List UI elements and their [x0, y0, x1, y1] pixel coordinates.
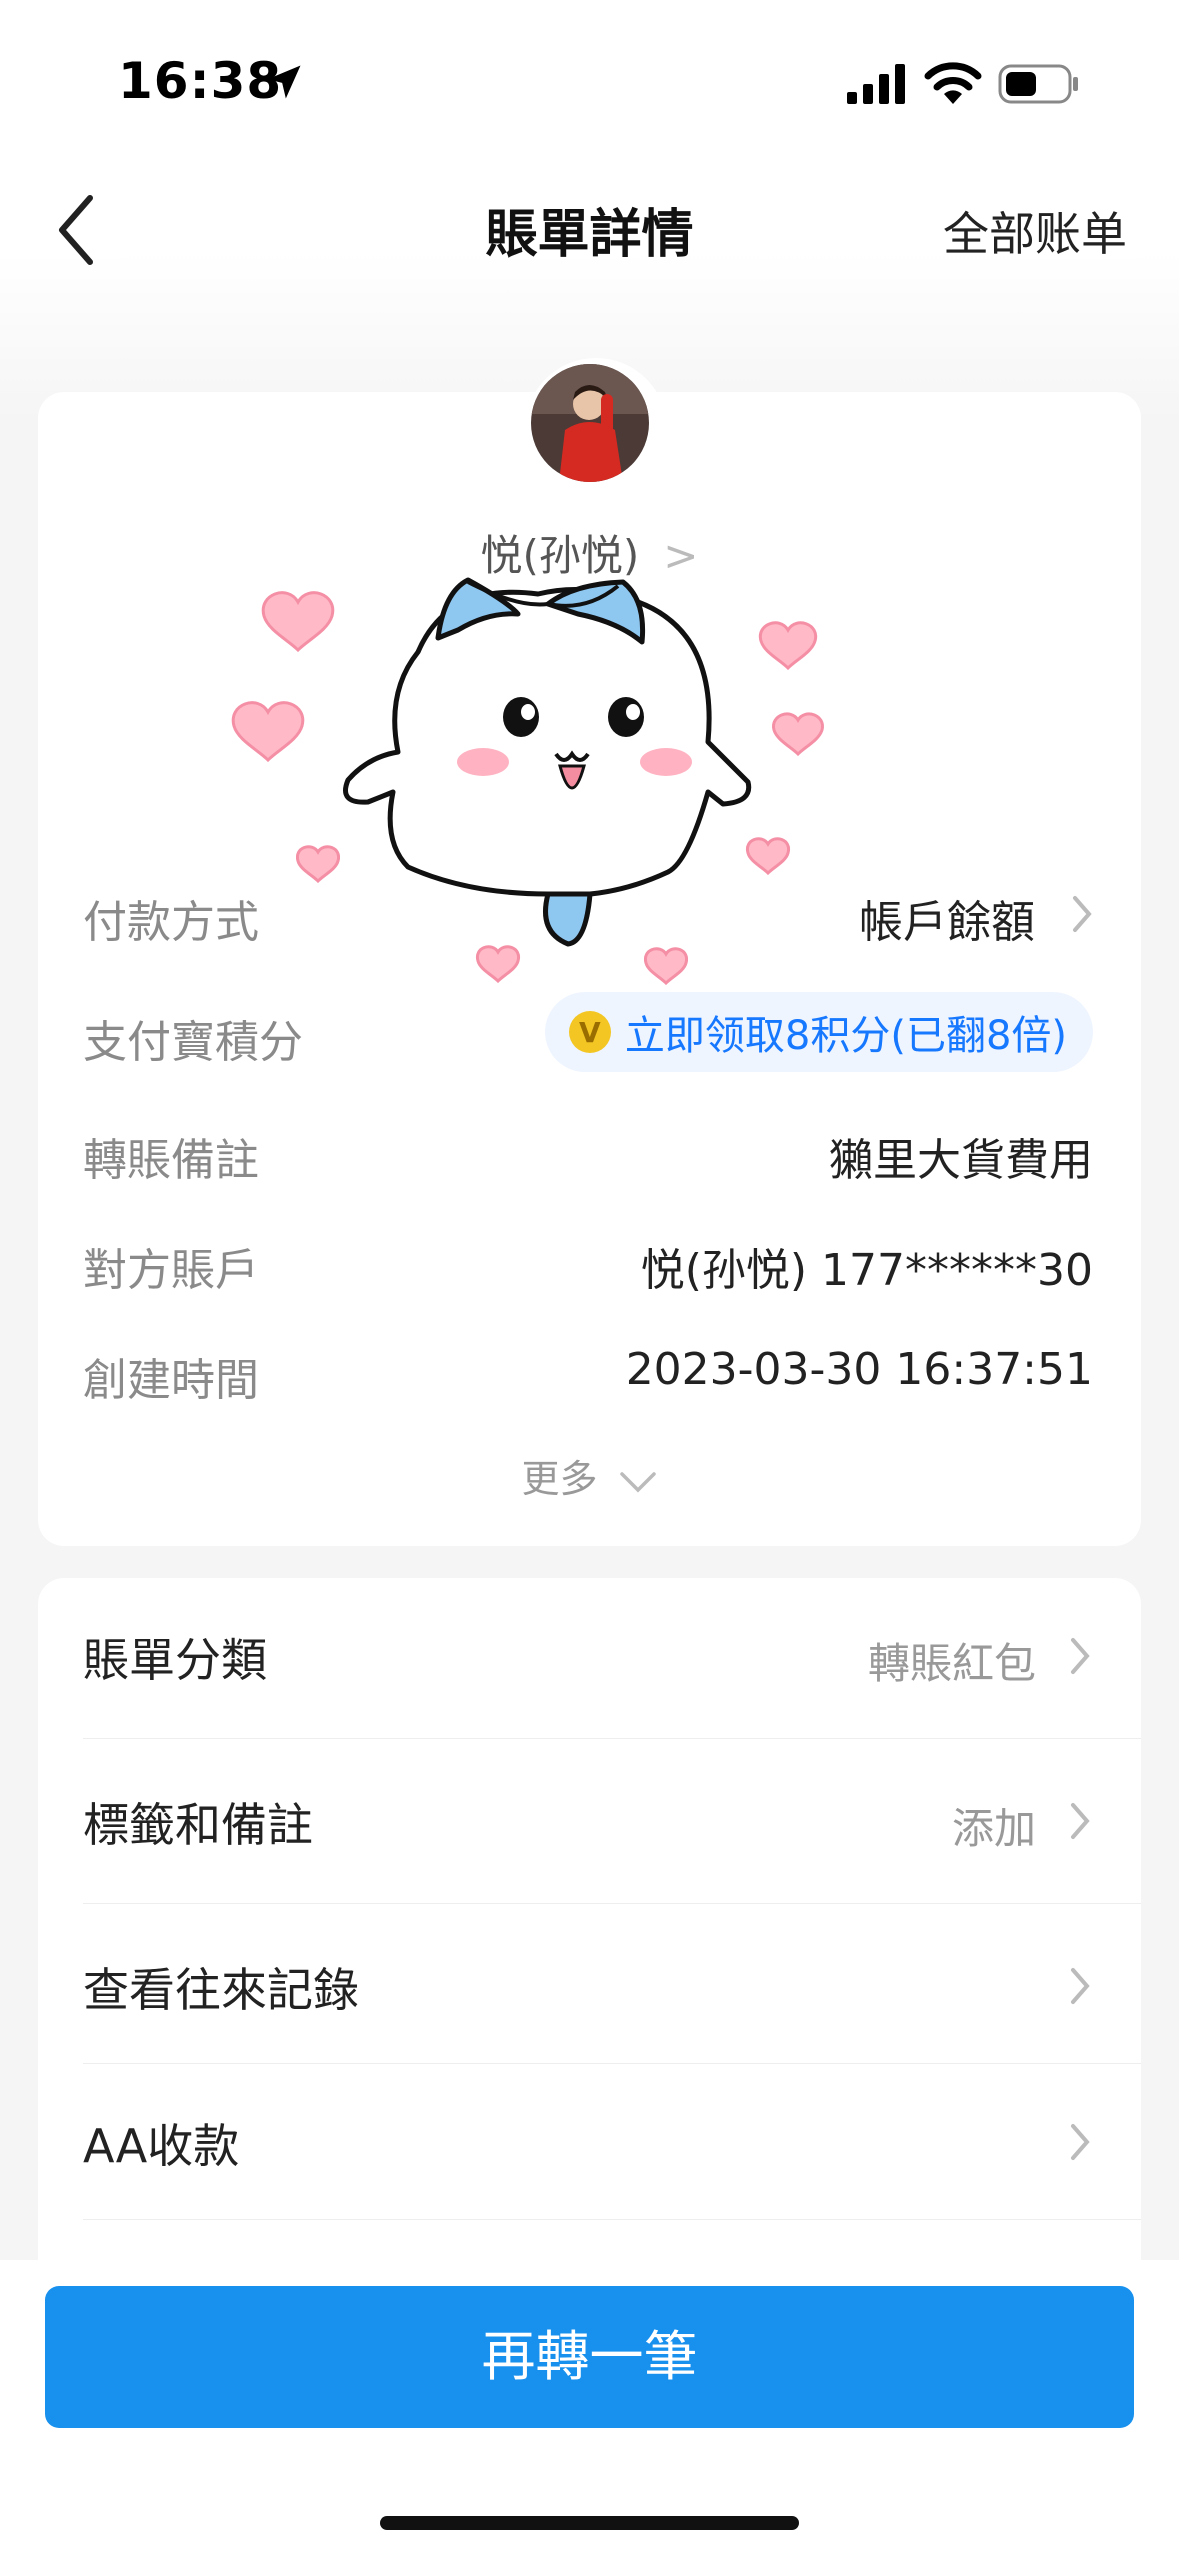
aa-collect-label: AA收款 [83, 2119, 240, 2173]
transaction-history-label: 查看往來記錄 [83, 1963, 359, 2017]
tags-notes-value: 添加 [951, 1804, 1036, 1853]
chevron-right-icon [1071, 1638, 1090, 1674]
tags-notes-label: 標籤和備註 [83, 1798, 313, 1852]
battery-icon [998, 64, 1078, 104]
payment-method-value: 帳戶餘額 [859, 897, 1035, 948]
payment-method-label: 付款方式 [83, 897, 259, 948]
claim-points-text: 立即领取8积分(已翻8倍) [624, 1013, 1067, 1059]
avatar-photo [531, 364, 649, 482]
created-time-label: 創建時間 [83, 1355, 259, 1406]
avatar[interactable] [525, 358, 667, 500]
more-toggle[interactable]: 更多 [38, 1448, 1141, 1503]
navigation-bar: 賬單詳情 全部账单 [0, 170, 1179, 290]
transfer-note-label: 轉賬備註 [83, 1135, 259, 1186]
chevron-right-icon [1071, 1803, 1090, 1839]
more-label: 更多 [521, 1457, 598, 1501]
chevron-down-icon [619, 1471, 656, 1492]
bill-actions-card: 賬單分類 轉賬紅包 標籤和備註 添加 查看往來記錄 AA收款 [38, 1578, 1141, 2378]
bill-category-label: 賬單分類 [83, 1633, 267, 1687]
heart-icon [758, 621, 818, 671]
claim-points-button[interactable]: V 立即领取8积分(已翻8倍) [544, 992, 1093, 1072]
created-time-row: 創建時間 2023-03-30 16:37:51 [83, 1330, 1093, 1410]
bill-category-row[interactable]: 賬單分類 轉賬紅包 [83, 1578, 1141, 1739]
bill-detail-card: 悦(孙悦)> 00 [38, 358, 1141, 1546]
chevron-right-icon [1073, 896, 1092, 932]
chevron-right-icon [1071, 2124, 1090, 2160]
heart-icon [745, 837, 791, 876]
home-indicator [380, 2516, 799, 2530]
transfer-again-button[interactable]: 再轉一筆 [45, 2286, 1134, 2428]
status-time: 16:38 [118, 52, 283, 110]
status-bar: 16:38 [0, 0, 1179, 150]
wifi-icon [924, 62, 982, 104]
heart-icon [261, 591, 335, 653]
heart-icon [643, 947, 689, 986]
cellular-signal-icon [847, 64, 905, 104]
heart-icon [231, 701, 305, 763]
aa-collect-row[interactable]: AA收款 [83, 2064, 1141, 2220]
counterparty-account-label: 對方賬戶 [83, 1245, 259, 1296]
all-bills-link[interactable]: 全部账单 [943, 198, 1127, 264]
alipay-points-row: 支付寶積分 V 立即领取8积分(已翻8倍) [83, 992, 1093, 1072]
transfer-note-value: 獺里大貨費用 [829, 1135, 1093, 1186]
chevron-right-icon [1071, 1968, 1090, 2004]
points-coin-icon: V [568, 1011, 611, 1053]
alipay-points-label: 支付寶積分 [83, 1017, 303, 1068]
heart-icon [772, 712, 824, 757]
payment-method-row[interactable]: 付款方式 帳戶餘額 [83, 872, 1093, 952]
back-chevron-icon[interactable] [48, 190, 108, 270]
location-arrow-icon [267, 65, 301, 99]
tags-notes-row[interactable]: 標籤和備註 添加 [83, 1743, 1141, 1904]
transaction-history-row[interactable]: 查看往來記錄 [83, 1908, 1141, 2064]
transfer-note-row: 轉賬備註 獺里大貨費用 [83, 1110, 1093, 1190]
counterparty-account-value: 悦(孙悦) 177******30 [640, 1245, 1093, 1296]
bill-category-value: 轉賬紅包 [867, 1639, 1036, 1688]
counterparty-account-row: 對方賬戶 悦(孙悦) 177******30 [83, 1220, 1093, 1300]
created-time-value: 2023-03-30 16:37:51 [625, 1344, 1093, 1395]
